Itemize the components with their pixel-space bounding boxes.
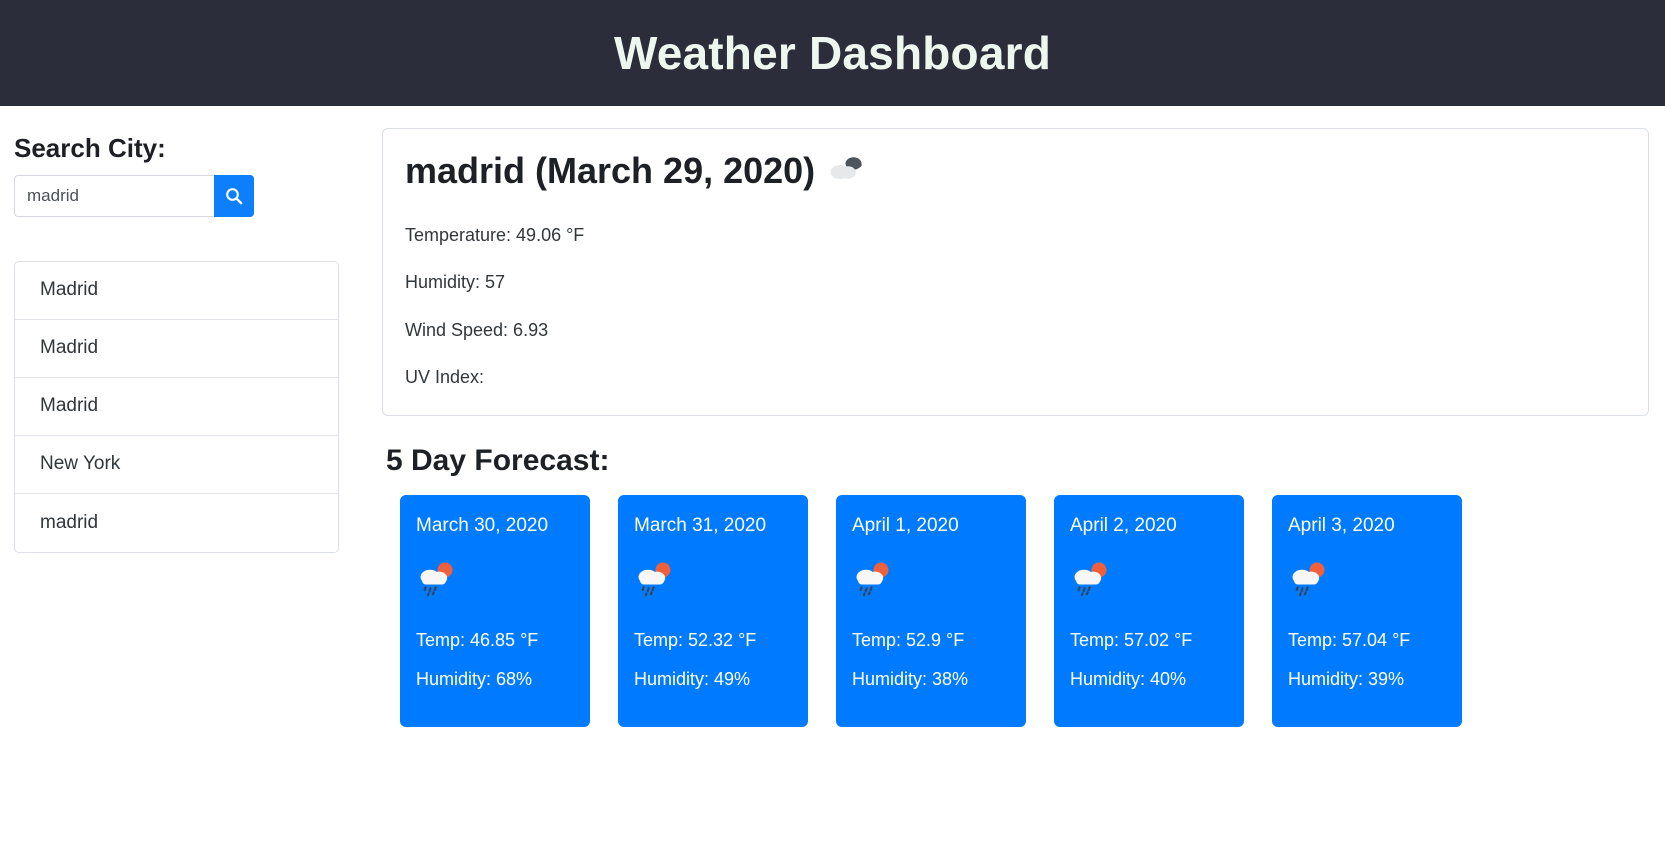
- list-item[interactable]: Madrid: [15, 261, 338, 320]
- forecast-list: March 30, 2020 Temp: 46.85 °F Humidity: …: [382, 494, 1649, 727]
- search-history-list: Madrid Madrid Madrid New York madrid: [14, 260, 339, 553]
- list-item[interactable]: New York: [15, 435, 338, 494]
- page-title: Weather Dashboard: [613, 27, 1052, 79]
- city-name: Madrid: [40, 279, 99, 301]
- forecast-humidity: Humidity: 68%: [416, 668, 533, 689]
- app-body: Search City: Madrid Madrid Madrid New Yo…: [0, 106, 1665, 727]
- forecast-card: April 3, 2020 Temp: 57.04 °F Humidity: 3…: [1272, 494, 1462, 727]
- rain-with-sun-icon: [416, 559, 574, 604]
- search-city-label: Search City:: [14, 133, 166, 163]
- search-input[interactable]: [14, 174, 215, 217]
- current-city-heading: madrid (March 29, 2020): [405, 150, 816, 191]
- forecast-card: April 1, 2020 Temp: 52.9 °F Humidity: 38…: [836, 494, 1026, 727]
- forecast-date: April 3, 2020: [1288, 514, 1395, 536]
- broken-clouds-icon: [829, 154, 865, 187]
- city-name: Madrid: [40, 337, 99, 359]
- current-weather-card: madrid (March 29, 2020) Temperature: 49.…: [382, 128, 1649, 416]
- forecast-humidity: Humidity: 38%: [852, 668, 969, 689]
- forecast-temp: Temp: 57.04 °F: [1288, 629, 1411, 650]
- rain-with-sun-icon: [1288, 559, 1446, 604]
- forecast-temp: Temp: 46.85 °F: [416, 629, 539, 650]
- sidebar: Search City: Madrid Madrid Madrid New Yo…: [0, 106, 372, 553]
- forecast-temp: Temp: 52.32 °F: [634, 629, 757, 650]
- search-icon: [224, 186, 244, 206]
- rain-with-sun-icon: [634, 559, 792, 604]
- forecast-date: April 2, 2020: [1070, 514, 1177, 536]
- city-name: madrid: [40, 511, 99, 533]
- current-humidity: Humidity: 57: [405, 272, 506, 293]
- city-name: New York: [40, 453, 121, 475]
- forecast-humidity: Humidity: 40%: [1070, 668, 1187, 689]
- forecast-date: April 1, 2020: [852, 514, 959, 536]
- forecast-card: April 2, 2020 Temp: 57.02 °F Humidity: 4…: [1054, 494, 1244, 727]
- forecast-date: March 30, 2020: [416, 514, 549, 536]
- search-form: [14, 174, 254, 217]
- forecast-temp: Temp: 52.9 °F: [852, 629, 965, 650]
- city-name: Madrid: [40, 395, 99, 417]
- current-wind-speed: Wind Speed: 6.93: [405, 319, 549, 340]
- search-button[interactable]: [214, 174, 254, 217]
- main-content: madrid (March 29, 2020) Temperature: 49.…: [372, 106, 1665, 727]
- forecast-humidity: Humidity: 49%: [634, 668, 751, 689]
- list-item[interactable]: Madrid: [15, 377, 338, 436]
- forecast-temp: Temp: 57.02 °F: [1070, 629, 1193, 650]
- current-weather-header: madrid (March 29, 2020): [405, 151, 1624, 191]
- app-header: Weather Dashboard: [0, 0, 1665, 106]
- forecast-date: March 31, 2020: [634, 514, 767, 536]
- rain-with-sun-icon: [1070, 559, 1228, 604]
- forecast-humidity: Humidity: 39%: [1288, 668, 1405, 689]
- list-item[interactable]: madrid: [15, 493, 338, 552]
- forecast-heading: 5 Day Forecast:: [386, 443, 610, 477]
- current-uv-index: UV Index:: [405, 367, 485, 388]
- rain-with-sun-icon: [852, 559, 1010, 604]
- current-temperature: Temperature: 49.06 °F: [405, 224, 585, 245]
- forecast-card: March 31, 2020 Temp: 52.32 °F Humidity: …: [618, 494, 808, 727]
- forecast-card: March 30, 2020 Temp: 46.85 °F Humidity: …: [400, 494, 590, 727]
- list-item[interactable]: Madrid: [15, 319, 338, 378]
